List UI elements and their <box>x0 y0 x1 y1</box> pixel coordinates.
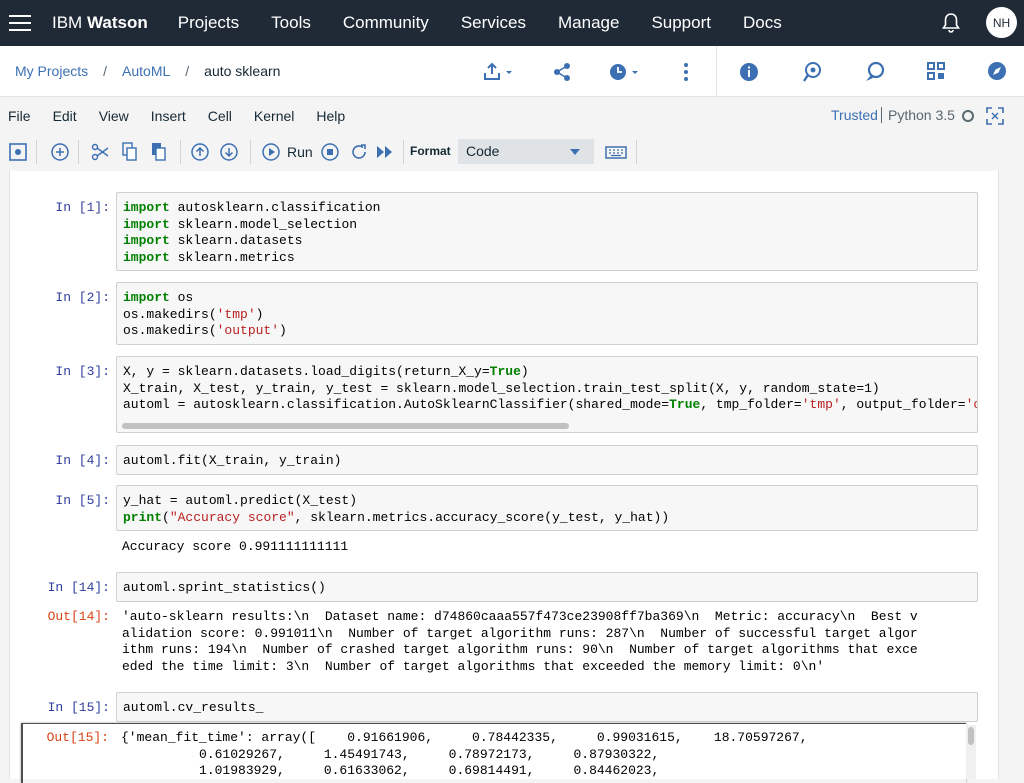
cut-icon[interactable] <box>91 142 109 162</box>
chevron-down-icon <box>570 149 580 155</box>
nav-community[interactable]: Community <box>327 13 445 33</box>
cell-14-output: 'auto-sklearn results:\n Dataset name: d… <box>122 609 918 674</box>
restart-run-all-icon[interactable] <box>376 142 394 162</box>
run-button-label[interactable]: Run <box>287 144 313 160</box>
cell-1-input[interactable]: import autosklearn.classification import… <box>116 192 978 271</box>
cell-15-prompt: In [15]: <box>47 700 110 715</box>
cell-15-input[interactable]: automl.cv_results_ <box>116 692 978 722</box>
toolbar-separator <box>403 140 404 164</box>
breadcrumb-separator: / <box>185 63 190 79</box>
paste-icon[interactable] <box>151 142 167 162</box>
fullscreen-icon[interactable] <box>986 107 1004 125</box>
cell-3-prompt: In [3]: <box>55 364 110 379</box>
menu-kernel[interactable]: Kernel <box>254 108 294 124</box>
breadcrumb-automl[interactable]: AutoML <box>122 63 170 79</box>
cell-15-out-prompt: Out[15]: <box>46 730 109 745</box>
vertical-scrollbar[interactable] <box>966 725 976 779</box>
brand-name: Watson <box>86 13 148 32</box>
move-down-icon[interactable] <box>220 142 238 162</box>
cell-15-output: {'mean_fit_time': array([ 0.91661906, 0.… <box>121 730 808 778</box>
toolbar-divider <box>716 46 717 97</box>
cell-4-input[interactable]: automl.fit(X_train, y_train) <box>116 445 978 475</box>
toolbar-separator <box>36 140 37 164</box>
nav-tools[interactable]: Tools <box>255 13 327 33</box>
export-icon[interactable] <box>483 61 515 83</box>
menu: File Edit View Insert Cell Kernel Help <box>8 108 367 124</box>
notebook-area[interactable]: In [1]: import autosklearn.classificatio… <box>9 171 999 779</box>
brand-logo[interactable]: IBM Watson <box>52 13 148 33</box>
hamburger-menu-icon[interactable] <box>9 15 31 31</box>
share-icon[interactable] <box>553 62 571 82</box>
copy-icon[interactable] <box>122 142 138 162</box>
toolbar-separator <box>78 140 79 164</box>
cell-4-prompt: In [4]: <box>55 453 110 468</box>
cell-3-input[interactable]: X, y = sklearn.datasets.load_digits(retu… <box>116 356 978 433</box>
toolbar-separator <box>636 140 637 164</box>
cell-5-output: Accuracy score 0.991111111111 <box>122 539 349 554</box>
cell-5-input[interactable]: y_hat = automl.predict(X_test) print("Ac… <box>116 485 978 531</box>
more-options-icon[interactable] <box>681 62 691 82</box>
trusted-indicator[interactable]: Trusted <box>831 107 878 123</box>
nav-docs[interactable]: Docs <box>727 13 798 33</box>
nav-manage[interactable]: Manage <box>542 13 635 33</box>
cell-2-input[interactable]: import os os.makedirs('tmp') os.makedirs… <box>116 282 978 345</box>
format-label: Format <box>410 144 451 158</box>
menu-edit[interactable]: Edit <box>53 108 77 124</box>
cell-14-out-prompt: Out[14]: <box>47 609 110 624</box>
avatar[interactable]: NH <box>986 7 1017 38</box>
interrupt-kernel-icon[interactable] <box>321 142 339 162</box>
menu-insert[interactable]: Insert <box>151 108 186 124</box>
kernel-name[interactable]: Python 3.5 <box>881 107 955 123</box>
cell-1-prompt: In [1]: <box>55 200 110 215</box>
notification-bell-icon[interactable] <box>941 12 961 34</box>
move-up-icon[interactable] <box>191 142 209 162</box>
info-icon[interactable] <box>739 62 759 82</box>
breadcrumb-my-projects[interactable]: My Projects <box>15 63 88 79</box>
save-icon[interactable] <box>9 142 27 162</box>
breadcrumb: My Projects / AutoML / auto sklearn <box>15 63 280 79</box>
comments-icon[interactable] <box>864 61 886 83</box>
notebook-menubar: File Edit View Insert Cell Kernel Help T… <box>0 97 1024 135</box>
menu-help[interactable]: Help <box>316 108 345 124</box>
top-nav: IBM Watson Projects Tools Community Serv… <box>0 0 1024 46</box>
nav-projects[interactable]: Projects <box>162 13 255 33</box>
keyboard-shortcuts-icon[interactable] <box>605 142 627 162</box>
toolbar-separator <box>180 140 181 164</box>
menu-file[interactable]: File <box>8 108 31 124</box>
insert-cell-icon[interactable] <box>51 142 69 162</box>
breadcrumb-current: auto sklearn <box>204 63 281 79</box>
brand-prefix: IBM <box>52 13 83 32</box>
schedule-clock-icon[interactable] <box>609 62 641 82</box>
cell-14-input[interactable]: automl.sprint_statistics() <box>116 572 978 602</box>
nav-services[interactable]: Services <box>445 13 542 33</box>
cell-5-prompt: In [5]: <box>55 493 110 508</box>
kernel-status-icon <box>962 110 974 122</box>
find-and-add-data-icon[interactable] <box>927 62 945 80</box>
explore-compass-icon[interactable] <box>987 61 1007 81</box>
cell-2-prompt: In [2]: <box>55 290 110 305</box>
restart-kernel-icon[interactable] <box>350 142 368 162</box>
menu-cell[interactable]: Cell <box>208 108 232 124</box>
nav-links: Projects Tools Community Services Manage… <box>162 13 798 33</box>
toolbar-separator <box>250 140 251 164</box>
cell-type-value: Code <box>466 143 500 159</box>
cell-type-select[interactable]: Code <box>458 139 594 164</box>
cell-14-prompt: In [14]: <box>47 580 110 595</box>
breadcrumb-separator: / <box>103 63 108 79</box>
version-history-icon[interactable] <box>802 61 822 83</box>
scrollbar-thumb[interactable] <box>968 727 974 745</box>
run-icon[interactable] <box>262 142 280 162</box>
nav-support[interactable]: Support <box>635 13 727 33</box>
menu-view[interactable]: View <box>99 108 129 124</box>
horizontal-scrollbar[interactable] <box>122 423 569 429</box>
